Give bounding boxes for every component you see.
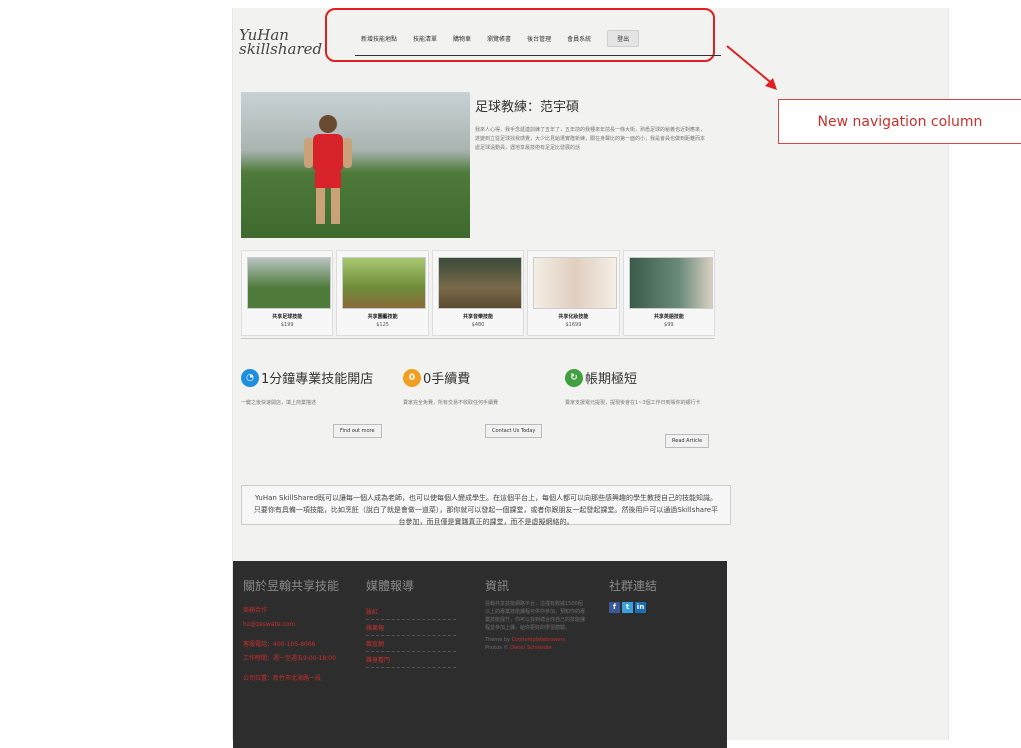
feature-short-period: ↻ 帳期極短 賣家支援電元提現，提現後會在1~3個工作日到賬你的銀行卡 — [565, 368, 715, 407]
footer-social: 社群連結 f t in — [609, 577, 657, 613]
contact-us-button[interactable]: Contact Us Today — [485, 424, 543, 438]
feature-quick-shop: ◔ 1分鐘專業技能開店 一鍵之後快速開店，填上商業描述 — [241, 368, 391, 407]
zero-icon: 0 — [403, 368, 421, 387]
gallery-image — [342, 257, 427, 309]
footer-hours: 工作時間：週一至週五9:00-18:00 — [243, 655, 336, 662]
annotation-callout: New navigation column — [778, 99, 1021, 144]
site-logo[interactable]: YuHan skillshared — [239, 28, 329, 58]
nav-item-add-location[interactable]: 新增技能地點 — [361, 34, 397, 43]
gallery-item-price: $199 — [280, 322, 294, 328]
feature-zero-fee: 0 0手續費 賣家完全免費，所有交易不收取任何手續費 — [403, 368, 553, 407]
intro-quote-box: YuHan SkillShared既可以讓每一個人成為老師，也可以使每個人變成學… — [241, 485, 731, 526]
feature-title: 1分鐘專業技能開店 — [261, 372, 374, 387]
nav-item-member[interactable]: 會員系統 — [567, 34, 591, 43]
footer-phone: 客服電話：400-105-8066 — [243, 641, 316, 648]
gallery-item-name: 共享化妝技能 — [558, 314, 589, 320]
logo-line2: skillshared — [239, 40, 323, 58]
footer-line: 商務合作 — [243, 607, 268, 614]
logout-button[interactable]: 登出 — [607, 30, 640, 47]
footer-media: 媒體報導 臉紅 蘋果報 載宣網 雜身看門 — [366, 577, 456, 668]
read-article-button[interactable]: Read Article — [665, 434, 710, 448]
gallery-item-gardening[interactable]: 共享園藝技能 $125 — [336, 250, 429, 336]
footer-address: 公司位置：新竹市北海路一段 — [243, 675, 322, 682]
gallery-item-price: $480 — [471, 322, 485, 328]
facebook-icon[interactable]: f — [609, 602, 620, 613]
linkedin-icon[interactable]: in — [635, 602, 646, 613]
gallery-item-price: $1699 — [565, 322, 582, 328]
gallery-item-name: 共享英語技能 — [653, 314, 684, 320]
gallery-item-name: 共享足球技能 — [272, 314, 303, 320]
media-link[interactable]: 臉紅 — [366, 604, 456, 620]
gallery-image — [533, 257, 618, 309]
nav-item-browse[interactable]: 瀏覽帳書 — [487, 34, 511, 43]
clock-icon: ◔ — [241, 368, 259, 387]
nav-item-skill-list[interactable]: 技能清單 — [413, 34, 437, 43]
soccer-player-image — [304, 115, 352, 224]
twitter-icon[interactable]: t — [622, 602, 633, 613]
theme-link[interactable]: Cooltemplatebrowers — [512, 637, 566, 643]
media-link[interactable]: 蘋果報 — [366, 620, 456, 636]
nav-divider — [355, 55, 721, 56]
photo-credit: Photos © — [485, 645, 509, 651]
gallery-item-price: $125 — [376, 322, 389, 328]
footer-email[interactable]: hz@zeswate.com — [243, 618, 343, 632]
callout-arrow-icon — [726, 45, 777, 90]
media-link[interactable]: 雜身看門 — [366, 652, 456, 668]
footer-about-title: 關於昱翰共享技能 — [243, 579, 340, 593]
gallery-image — [247, 257, 331, 309]
footer-credits: Theme by Cooltemplatebrowers Photos © Di… — [485, 636, 585, 652]
gallery-item-name: 共享園藝技能 — [367, 314, 398, 320]
feature-text: 一鍵之後快速開店，填上商業描述 — [241, 400, 317, 406]
gallery-item-price: $99 — [664, 322, 674, 328]
theme-credit: Theme by — [485, 637, 510, 643]
nav-item-cart[interactable]: 購物車 — [453, 34, 471, 43]
skill-gallery: 共享足球技能 $199 共享園藝技能 $125 共享音樂技能 $480 共享化妝… — [241, 250, 716, 339]
nav-item-admin[interactable]: 後台管理 — [527, 34, 551, 43]
footer-about: 關於昱翰共享技能 商務合作 hz@zeswate.com 客服電話：400-10… — [243, 577, 343, 686]
navigation-column: 新增技能地點 技能清單 購物車 瀏覽帳書 後台管理 會員系統 登出 — [325, 8, 715, 62]
footer-info-text: 昱翰共享技能網路平台，這裡有數據1500個以上的專業技能課程可供你參加，預知你的… — [485, 601, 586, 631]
footer-social-title: 社群連結 — [609, 579, 658, 593]
gallery-item-name: 共享音樂技能 — [463, 314, 494, 320]
hero-description: 我來人心得，我手念遞連訓練了五年了，五年前的我種來年前長一條大街，熟悉足球的秘義… — [475, 127, 706, 151]
gallery-image — [628, 257, 713, 309]
feature-text: 賣家完全免費，所有交易不收取任何手續費 — [403, 400, 499, 406]
feature-title: 0手續費 — [423, 372, 471, 387]
gallery-item-music[interactable]: 共享音樂技能 $480 — [431, 250, 525, 336]
photo-link[interactable]: Dieter Schneider — [510, 645, 552, 651]
footer-media-title: 媒體報導 — [366, 579, 415, 593]
feature-text: 賣家支援電元提現，提現後會在1~3個工作日到賬你的銀行卡 — [565, 400, 701, 406]
site-footer: 關於昱翰共享技能 商務合作 hz@zeswate.com 客服電話：400-10… — [233, 561, 727, 748]
feature-title: 帳期極短 — [585, 372, 638, 387]
footer-info: 資訊 昱翰共享技能網路平台，這裡有數據1500個以上的專業技能課程可供你參加，預… — [485, 577, 585, 652]
gallery-image — [437, 257, 522, 309]
gallery-item-football[interactable]: 共享足球技能 $199 — [241, 250, 334, 336]
refresh-icon: ↻ — [565, 368, 583, 387]
hero-photo — [241, 92, 470, 238]
media-link[interactable]: 載宣網 — [366, 636, 456, 652]
gallery-item-makeup[interactable]: 共享化妝技能 $1699 — [527, 250, 620, 336]
find-out-more-button[interactable]: Find out more — [333, 424, 382, 438]
hero-title: 足球教練：范宇碩 — [475, 100, 580, 115]
footer-info-title: 資訊 — [485, 579, 510, 593]
gallery-item-english[interactable]: 共享英語技能 $99 — [622, 250, 716, 336]
